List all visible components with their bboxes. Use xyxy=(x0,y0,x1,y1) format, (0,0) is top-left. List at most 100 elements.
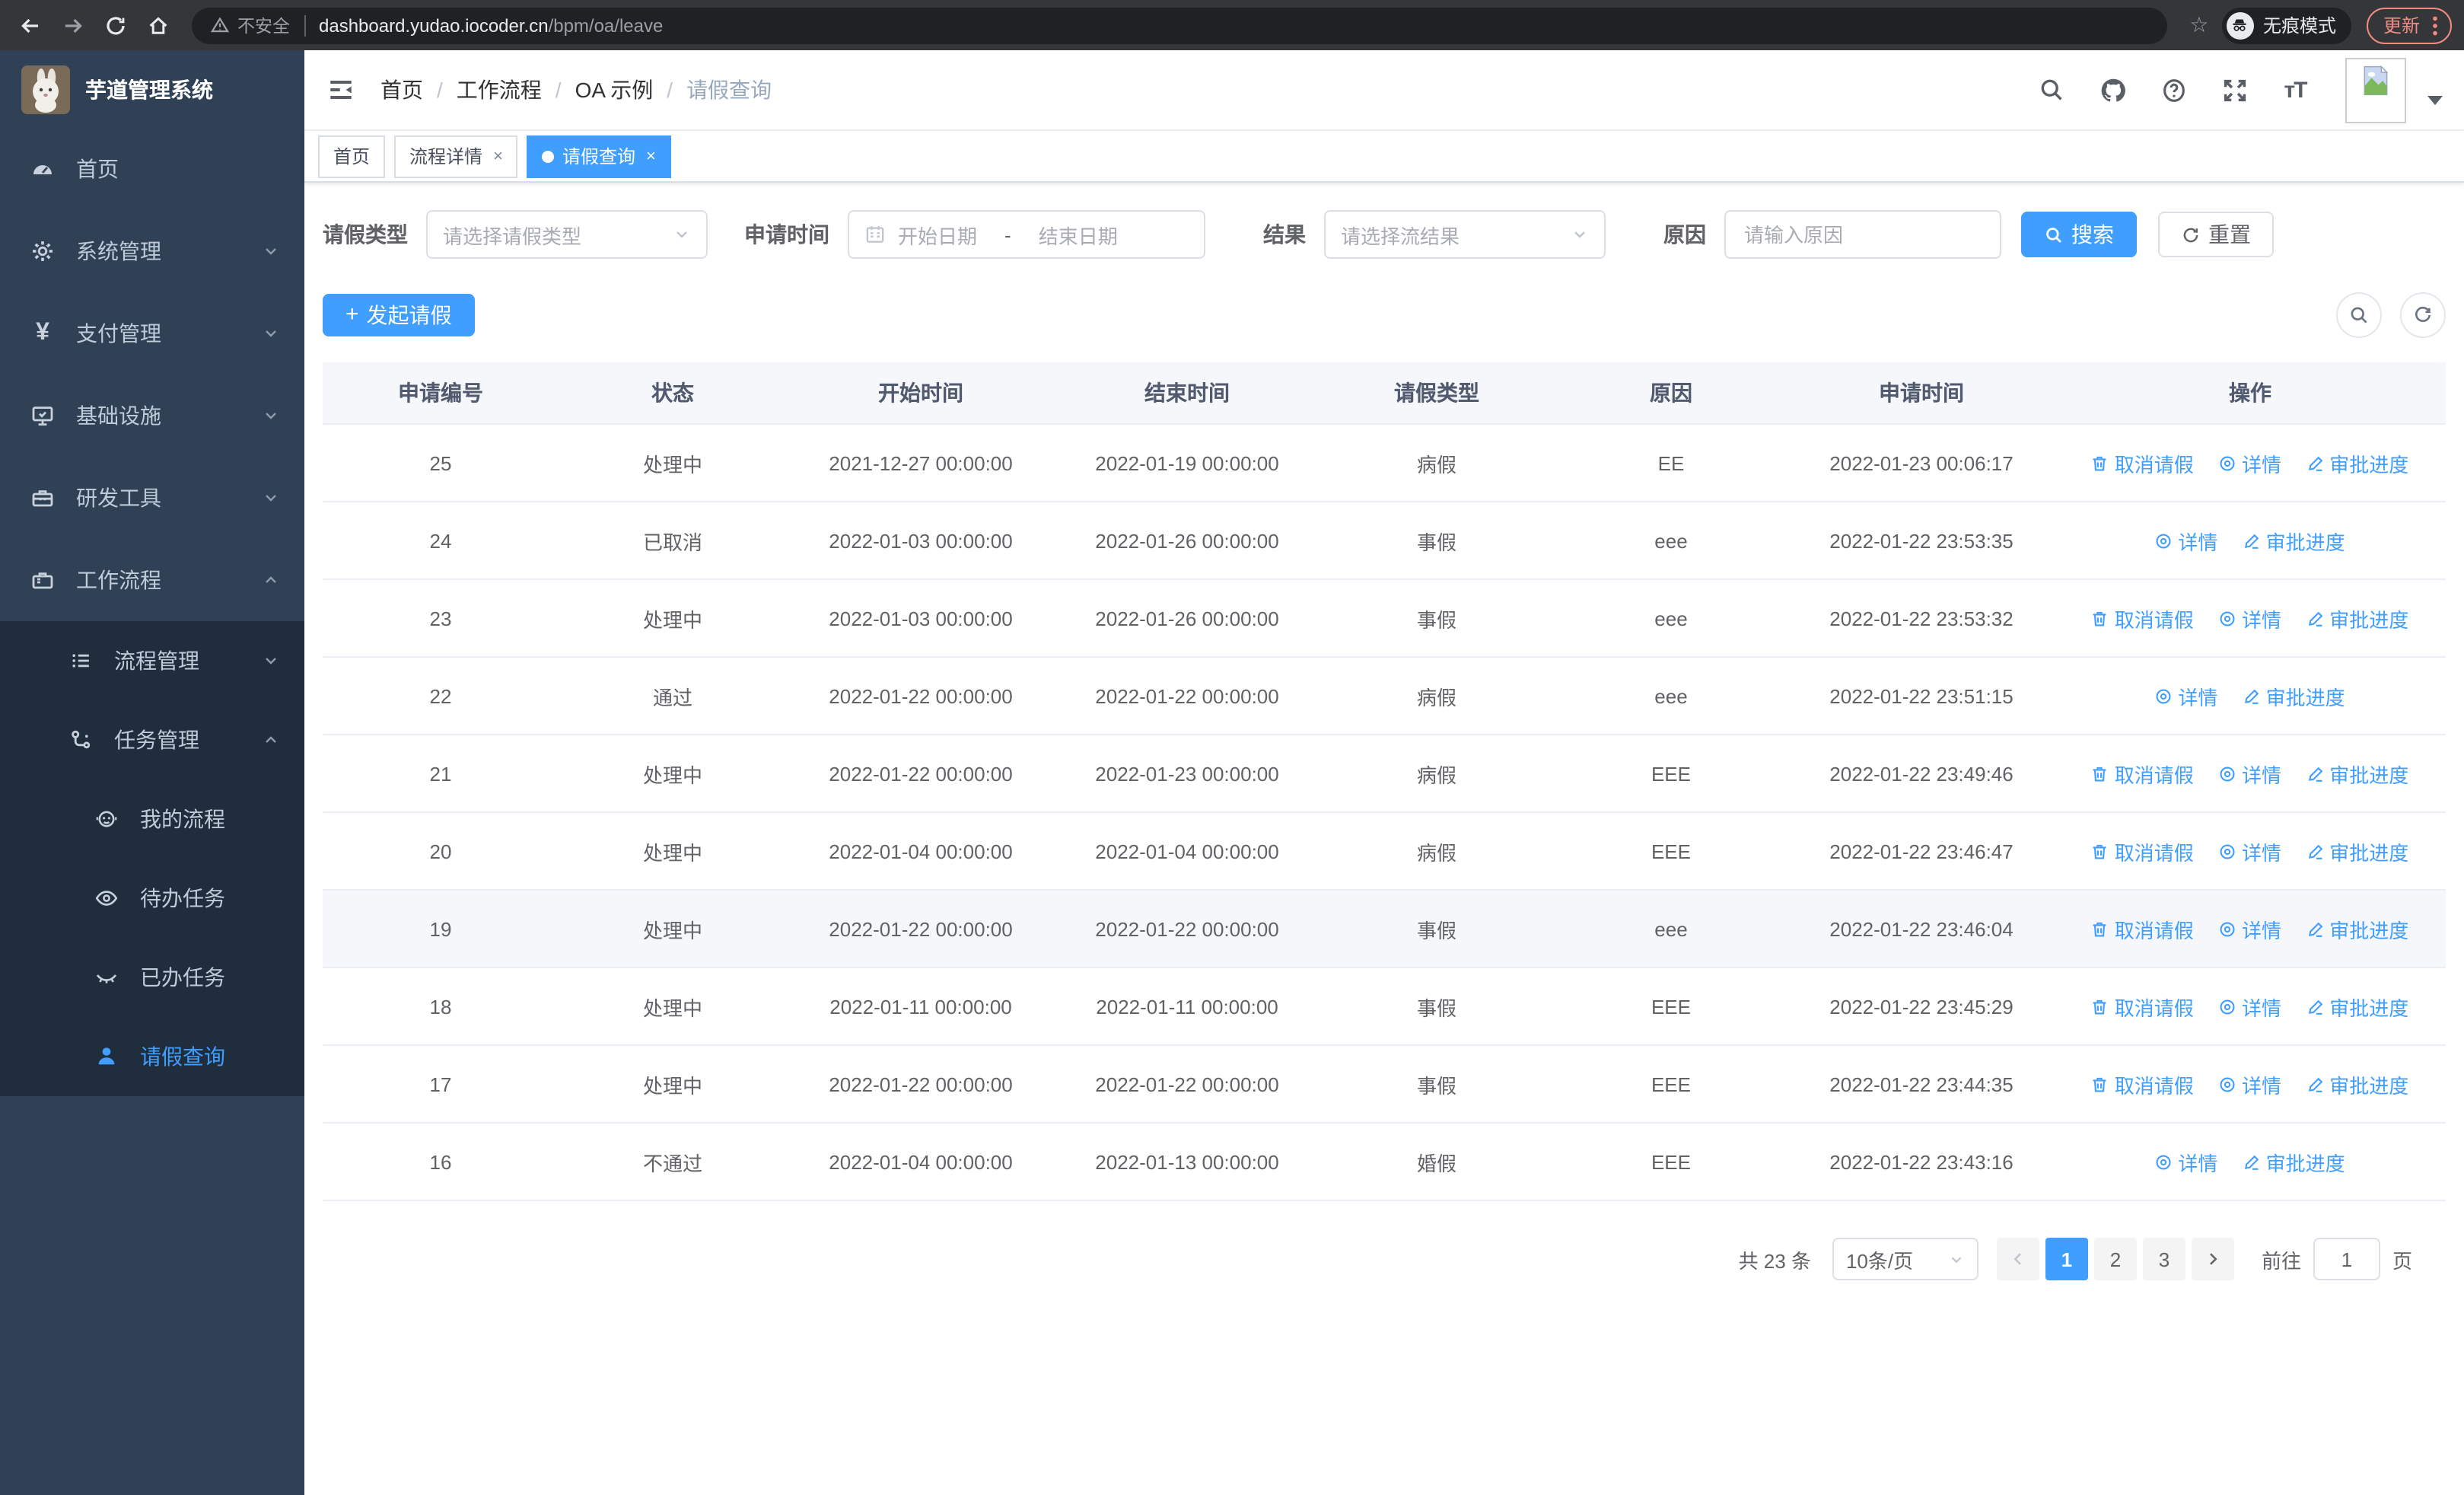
search-button[interactable]: 搜索 xyxy=(2021,212,2137,257)
font-size-icon[interactable]: тT xyxy=(2280,75,2310,105)
apply-time-range-picker[interactable]: 开始日期 - 结束日期 xyxy=(848,210,1205,259)
sidebar-item-payment[interactable]: ¥ 支付管理 xyxy=(0,292,304,375)
cancel-leave-link[interactable]: 取消请假 xyxy=(2090,837,2194,865)
create-leave-button[interactable]: + 发起请假 xyxy=(323,294,475,336)
sidebar-item-workflow[interactable]: 工作流程 xyxy=(0,539,304,621)
url-bar[interactable]: 不安全 dashboard.yudao.iocoder.cn/bpm/oa/le… xyxy=(192,7,2167,43)
page-button-2[interactable]: 2 xyxy=(2093,1238,2137,1280)
page-button-3[interactable]: 3 xyxy=(2142,1238,2185,1280)
next-page-button[interactable] xyxy=(2191,1238,2234,1280)
close-icon[interactable]: × xyxy=(493,147,503,165)
approval-progress-link[interactable]: 审批进度 xyxy=(2305,1069,2408,1098)
breadcrumb-item[interactable]: 首页 xyxy=(380,75,423,105)
col-header-end: 结束时间 xyxy=(1055,362,1320,425)
detail-link[interactable]: 详情 xyxy=(2217,914,2281,943)
browser-forward-icon[interactable] xyxy=(55,7,91,43)
approval-progress-link[interactable]: 审批进度 xyxy=(2305,759,2408,788)
detail-link[interactable]: 详情 xyxy=(2217,448,2281,477)
avatar[interactable] xyxy=(2345,57,2406,123)
caret-down-icon[interactable] xyxy=(2427,96,2443,105)
approval-progress-link[interactable]: 审批进度 xyxy=(2305,604,2408,633)
sidebar-item-process-mgmt[interactable]: 流程管理 xyxy=(0,621,304,700)
cancel-leave-link[interactable]: 取消请假 xyxy=(2090,604,2194,633)
approval-progress-link[interactable]: 审批进度 xyxy=(2305,992,2408,1021)
leave-type-select[interactable]: 请选择请假类型 xyxy=(426,210,708,259)
help-icon[interactable] xyxy=(2158,75,2189,105)
tag-process-detail[interactable]: 流程详情 × xyxy=(394,135,518,177)
browser-update-button[interactable]: 更新 xyxy=(2366,7,2452,43)
sidebar-item-label: 工作流程 xyxy=(76,568,161,592)
plus-icon: + xyxy=(345,301,359,327)
detail-link[interactable]: 详情 xyxy=(2154,681,2217,710)
approval-progress-link[interactable]: 审批进度 xyxy=(2305,914,2408,943)
cell-end: 2022-01-26 00:00:00 xyxy=(1055,502,1320,580)
tag-label: 流程详情 xyxy=(409,146,483,167)
sidebar-item-my-process[interactable]: 我的流程 xyxy=(0,779,304,859)
detail-link[interactable]: 详情 xyxy=(2217,759,2281,788)
tag-leave-query[interactable]: 请假查询 × xyxy=(527,135,671,177)
cell-actions: 详情 审批进度 xyxy=(2055,502,2446,580)
browser-back-icon[interactable] xyxy=(12,7,49,43)
app-logo[interactable]: 芋道管理系统 xyxy=(0,50,304,128)
yen-icon: ¥ xyxy=(36,320,49,346)
tag-home[interactable]: 首页 xyxy=(318,135,386,177)
sidebar-item-infra[interactable]: 基础设施 xyxy=(0,375,304,457)
chevron-down-icon xyxy=(262,242,280,260)
show-search-icon-button[interactable] xyxy=(2336,292,2382,338)
detail-link[interactable]: 详情 xyxy=(2154,1147,2217,1176)
detail-link[interactable]: 详情 xyxy=(2217,992,2281,1021)
approval-progress-link[interactable]: 审批进度 xyxy=(2242,1147,2345,1176)
sidebar-item-done-tasks[interactable]: 已办任务 xyxy=(0,938,304,1017)
browser-home-icon[interactable] xyxy=(140,7,177,43)
github-icon[interactable] xyxy=(2097,75,2128,105)
approval-progress-link[interactable]: 审批进度 xyxy=(2305,448,2408,477)
close-icon[interactable]: × xyxy=(646,147,656,165)
chevron-right-icon xyxy=(2210,1253,2217,1265)
breadcrumb-item[interactable]: 工作流程 xyxy=(457,75,542,105)
sidebar-item-system[interactable]: 系统管理 xyxy=(0,210,304,292)
browser-menu-icon[interactable] xyxy=(2432,14,2438,36)
reset-button[interactable]: 重置 xyxy=(2158,212,2274,257)
cancel-leave-link[interactable]: 取消请假 xyxy=(2090,448,2194,477)
incognito-label: 无痕模式 xyxy=(2262,15,2336,37)
browser-reload-icon[interactable] xyxy=(97,7,134,43)
page-size-select[interactable]: 10条/页 xyxy=(1832,1238,1979,1280)
cancel-leave-link[interactable]: 取消请假 xyxy=(2090,914,2194,943)
cancel-leave-link[interactable]: 取消请假 xyxy=(2090,992,2194,1021)
approval-progress-link[interactable]: 审批进度 xyxy=(2242,681,2345,710)
approval-progress-link[interactable]: 审批进度 xyxy=(2242,526,2345,555)
sidebar-item-leave-query[interactable]: 请假查询 xyxy=(0,1017,304,1096)
cell-actions: 取消请假 详情 审批进度 xyxy=(2055,967,2446,1046)
detail-link[interactable]: 详情 xyxy=(2217,604,2281,633)
prev-page-button[interactable] xyxy=(1996,1238,2039,1280)
not-secure-warning-icon xyxy=(210,17,230,33)
chevron-down-icon xyxy=(262,324,280,343)
fullscreen-icon[interactable] xyxy=(2219,75,2249,105)
detail-link[interactable]: 详情 xyxy=(2154,526,2217,555)
search-icon[interactable] xyxy=(2036,75,2067,105)
result-select[interactable]: 请选择流结果 xyxy=(1324,210,1606,259)
sidebar-item-home[interactable]: 首页 xyxy=(0,128,304,210)
cancel-leave-link[interactable]: 取消请假 xyxy=(2090,759,2194,788)
table-row: 24 已取消 2022-01-03 00:00:00 2022-01-26 00… xyxy=(323,502,2446,580)
detail-link[interactable]: 详情 xyxy=(2217,837,2281,865)
view-icon xyxy=(2220,455,2235,470)
goto-page-input[interactable] xyxy=(2313,1238,2380,1280)
broken-image-icon xyxy=(2364,64,2389,95)
cell-reason: eee xyxy=(1554,502,1788,580)
detail-link[interactable]: 详情 xyxy=(2217,1069,2281,1098)
approval-progress-link[interactable]: 审批进度 xyxy=(2305,837,2408,865)
sidebar-item-task-mgmt[interactable]: 任务管理 xyxy=(0,700,304,779)
page-button-1[interactable]: 1 xyxy=(2045,1238,2088,1280)
cell-type: 事假 xyxy=(1320,502,1554,580)
sidebar-item-devtools[interactable]: 研发工具 xyxy=(0,457,304,539)
cell-id: 22 xyxy=(323,657,559,735)
sidebar-fold-icon[interactable] xyxy=(326,75,356,105)
refresh-table-icon-button[interactable] xyxy=(2400,292,2446,338)
cell-end: 2022-01-22 00:00:00 xyxy=(1055,1045,1320,1124)
sidebar-item-todo-tasks[interactable]: 待办任务 xyxy=(0,859,304,938)
cancel-leave-link[interactable]: 取消请假 xyxy=(2090,1069,2194,1098)
bookmark-star-icon[interactable]: ☆ xyxy=(2182,12,2216,38)
breadcrumb-item[interactable]: OA 示例 xyxy=(575,75,654,105)
reason-input[interactable] xyxy=(1741,222,1985,247)
